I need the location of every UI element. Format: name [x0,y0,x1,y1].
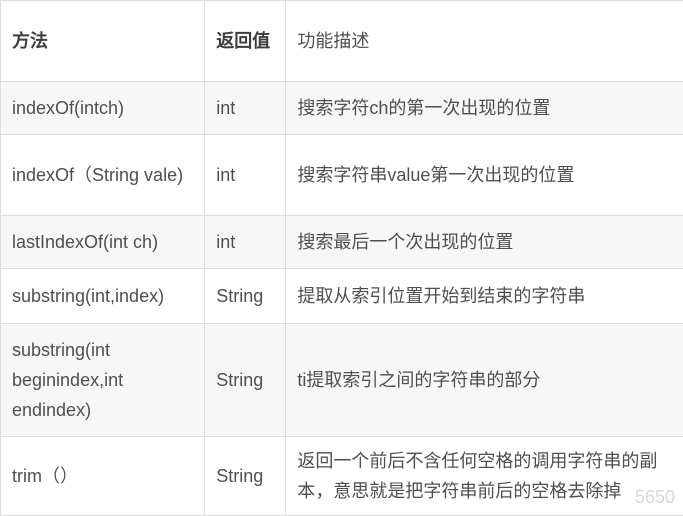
cell-return: int [205,135,286,216]
cell-description: 搜索字符串value第一次出现的位置 [286,135,683,216]
table-row: substring(int beginindex,int endindex) S… [1,324,683,437]
cell-method: trim（） [1,437,205,516]
cell-method: substring(int,index) [1,269,205,324]
cell-return: int [205,216,286,269]
cell-return: String [205,269,286,324]
cell-description: 搜索字符ch的第一次出现的位置 [286,82,683,135]
cell-description: 搜索最后一个次出现的位置 [286,216,683,269]
table-row: indexOf（String vale) int 搜索字符串value第一次出现… [1,135,683,216]
cell-return: String [205,324,286,437]
header-return-value: 返回值 [205,1,286,82]
cell-return: String [205,437,286,516]
methods-table: 方法 返回值 功能描述 indexOf(intch) int 搜索字符ch的第一… [0,0,683,516]
table-row: indexOf(intch) int 搜索字符ch的第一次出现的位置 [1,82,683,135]
cell-method: indexOf（String vale) [1,135,205,216]
cell-return: int [205,82,286,135]
cell-description: 返回一个前后不含任何空格的调用字符串的副本，意思就是把字符串前后的空格去除掉 [286,437,683,516]
cell-description: 提取从索引位置开始到结束的字符串 [286,269,683,324]
table-row: lastIndexOf(int ch) int 搜索最后一个次出现的位置 [1,216,683,269]
cell-method: lastIndexOf(int ch) [1,216,205,269]
cell-method: indexOf(intch) [1,82,205,135]
table-row: trim（） String 返回一个前后不含任何空格的调用字符串的副本，意思就是… [1,437,683,516]
table-header-row: 方法 返回值 功能描述 [1,1,683,82]
header-method: 方法 [1,1,205,82]
header-description: 功能描述 [286,1,683,82]
cell-description: ti提取索引之间的字符串的部分 [286,324,683,437]
cell-method: substring(int beginindex,int endindex) [1,324,205,437]
table-row: substring(int,index) String 提取从索引位置开始到结束… [1,269,683,324]
